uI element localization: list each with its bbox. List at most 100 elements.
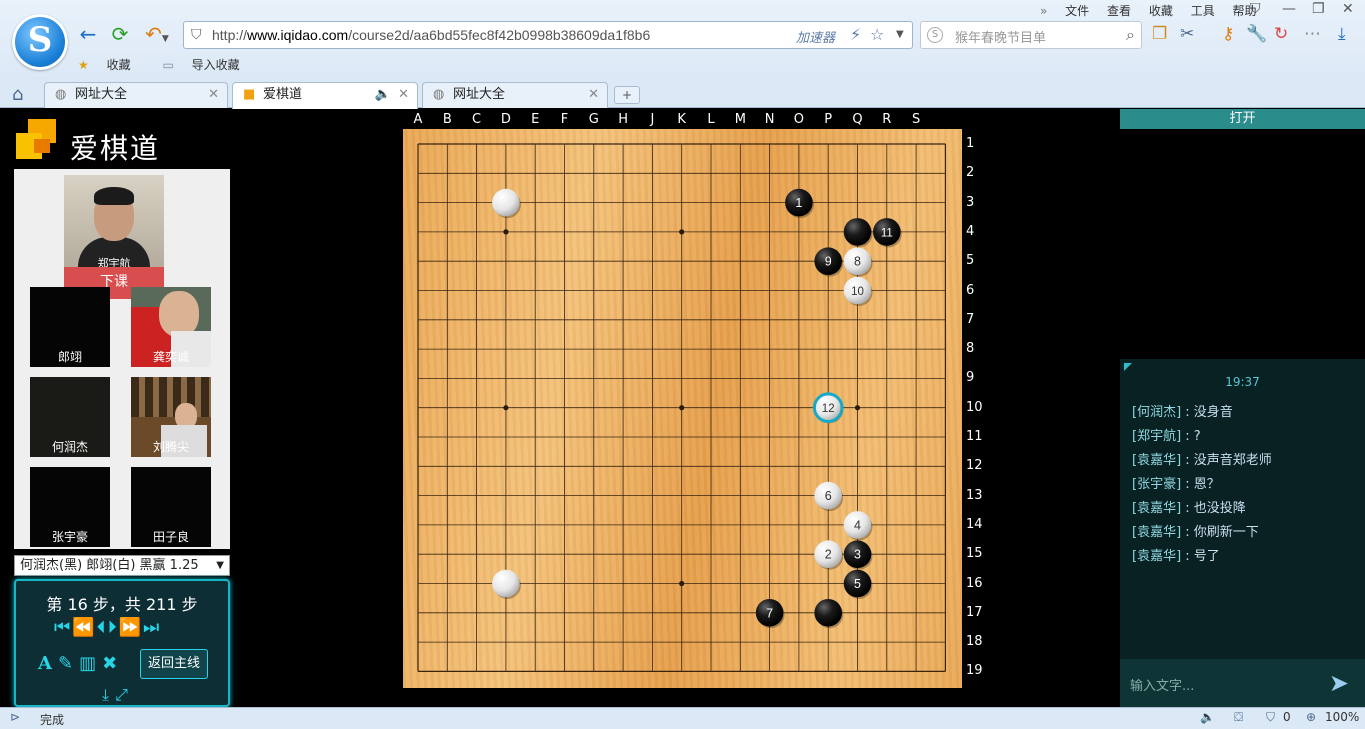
menu-view[interactable]: 查看: [1107, 4, 1131, 18]
skin-icon[interactable]: ⛉: [1250, 1, 1261, 17]
refresh-icon[interactable]: ⟳: [108, 22, 132, 46]
text-tool-icon[interactable]: A: [38, 653, 52, 674]
first-move-icon[interactable]: ⏮: [54, 617, 72, 638]
chat-text: : 也没投降: [1181, 501, 1246, 516]
black-stone: 1: [785, 188, 814, 219]
move-number: 10: [851, 286, 864, 298]
clear-icon[interactable]: ✖: [102, 653, 117, 674]
go-board[interactable]: 12 3456789101112: [403, 129, 962, 688]
url-text[interactable]: http://www.iqidao.com/course2d/aa6bd55fe…: [212, 27, 650, 43]
fullscreen-icon[interactable]: ⤢: [115, 685, 134, 704]
star-icon[interactable]: ☆: [870, 25, 884, 44]
next-five-icon[interactable]: ⏩: [119, 617, 143, 638]
undo-dropdown-icon[interactable]: ↶▼: [140, 22, 174, 46]
replay-control-panel: 第 16 步，共 211 步 ⏮⏪⏴⏵⏩⏭ A ✎ ▥ ✖ 返回主线 ⤓⤢: [14, 579, 230, 707]
black-stone: 3: [843, 540, 873, 570]
column-label: P: [824, 112, 833, 127]
dropdown-arrow-icon: ▼: [216, 560, 224, 571]
board-tools: A ✎ ▥ ✖: [38, 653, 123, 674]
zoom-icon[interactable]: ⊕: [1306, 710, 1316, 724]
collapse-corner-icon[interactable]: [1124, 363, 1132, 371]
column-label: C: [472, 112, 482, 127]
volume-icon[interactable]: 🔈: [1200, 710, 1215, 724]
address-bar[interactable]: ⛉ http://www.iqidao.com/course2d/aa6bd55…: [183, 21, 913, 49]
student-name: 郎翊: [57, 350, 82, 364]
move-number: 7: [766, 606, 773, 620]
restore-icon[interactable]: ❐: [1312, 1, 1325, 17]
import-favorites-item[interactable]: ▭ 导入收藏: [162, 58, 253, 72]
row-label: 3: [966, 194, 975, 210]
home-icon[interactable]: ⌂: [12, 84, 23, 105]
search-engine-icon[interactable]: S: [927, 27, 943, 43]
menu-tools[interactable]: 工具: [1191, 4, 1215, 18]
close-tab-icon[interactable]: ✕: [398, 83, 409, 107]
search-input[interactable]: 猴年春晚节目单: [955, 27, 1046, 46]
chevron-down-icon[interactable]: ▼: [896, 29, 904, 40]
tab-url-directory-2[interactable]: ◍ 网址大全 ✕: [422, 82, 608, 108]
chat-message: [袁嘉华] : 号了: [1132, 545, 1272, 569]
more-icon[interactable]: ⋯: [1304, 24, 1321, 44]
speaker-icon[interactable]: 🔈: [375, 83, 391, 107]
briefcase-icon[interactable]: ⛋: [1234, 710, 1243, 725]
globe-icon: ◍: [433, 87, 445, 102]
chat-author: [袁嘉华]: [1132, 549, 1182, 564]
menu-file[interactable]: 文件: [1065, 4, 1089, 18]
minimize-icon[interactable]: —: [1282, 1, 1296, 17]
brush-icon[interactable]: ✎: [58, 653, 73, 674]
back-arrow-icon[interactable]: ←: [76, 22, 100, 46]
download-icon[interactable]: ⤓: [1338, 24, 1346, 44]
star-point: [679, 580, 685, 587]
star-fav-icon: ★: [78, 58, 89, 72]
game-record-select[interactable]: 何润杰(黑) 郎翊(白) 黑赢 1.25 ▼: [14, 555, 230, 576]
send-icon[interactable]: ➤: [1329, 669, 1349, 697]
open-panel-button[interactable]: 打开: [1120, 109, 1365, 129]
shield-status-icon[interactable]: ⛉: [1266, 710, 1275, 725]
move-number: 8: [854, 255, 861, 269]
search-icon[interactable]: ⌕: [1126, 25, 1135, 45]
move-number: 2: [825, 548, 832, 562]
lightning-icon[interactable]: ⚡: [850, 25, 861, 44]
chat-text: : 恩？: [1181, 477, 1220, 492]
back-to-main-button[interactable]: 返回主线: [140, 649, 208, 679]
search-box[interactable]: S 猴年春晚节目单 ⌕: [920, 21, 1142, 49]
menu-favorites[interactable]: 收藏: [1149, 4, 1173, 18]
white-stone: 12: [812, 392, 844, 424]
prev-move-icon[interactable]: ⏴: [97, 617, 108, 638]
chat-text: : 你刷新一下: [1181, 525, 1259, 540]
zoom-level[interactable]: 100%: [1325, 710, 1359, 724]
tab-iqidao[interactable]: ■ 爱棋道 🔈 ✕: [232, 82, 418, 109]
row-label: 7: [966, 311, 975, 327]
sidebar-toggle-icon[interactable]: ⊳: [10, 710, 20, 724]
row-label: 19: [966, 663, 983, 679]
key-icon[interactable]: ⚷: [1222, 24, 1234, 44]
tab-url-directory-1[interactable]: ◍ 网址大全 ✕: [44, 82, 228, 108]
next-move-icon[interactable]: ⏵: [108, 617, 119, 638]
close-tab-icon[interactable]: ✕: [588, 83, 599, 107]
column-label: S: [911, 112, 921, 127]
close-window-icon[interactable]: ✕: [1342, 1, 1354, 17]
column-label: K: [677, 112, 686, 127]
download-record-icon[interactable]: ⤓: [102, 685, 115, 704]
accelerator-label[interactable]: 加速器: [796, 27, 835, 46]
move-navigation: ⏮⏪⏴⏵⏩⏭: [54, 617, 161, 638]
column-label: N: [764, 112, 775, 127]
favorites-item[interactable]: ★ 收藏: [78, 58, 145, 72]
chat-input[interactable]: 输入文字...: [1130, 675, 1194, 694]
chart-icon[interactable]: ▥: [79, 653, 96, 674]
last-move-icon[interactable]: ⏭: [143, 617, 161, 638]
chat-author: [何润杰]: [1132, 405, 1182, 420]
row-label: 1: [966, 136, 975, 151]
refresh-red-icon[interactable]: ↻: [1274, 24, 1288, 44]
browser-logo-icon[interactable]: [12, 14, 68, 70]
row-label: 8: [966, 341, 975, 357]
status-text: 完成: [40, 713, 65, 727]
scissors-icon[interactable]: ✂: [1180, 24, 1194, 44]
new-tab-button[interactable]: +: [614, 86, 640, 104]
prev-five-icon[interactable]: ⏪: [72, 617, 96, 638]
move-number: 12: [822, 403, 835, 415]
expand-menu-icon[interactable]: »: [1040, 4, 1047, 18]
wrench-icon[interactable]: 🔧: [1246, 24, 1267, 44]
student-video: 张宇豪: [30, 467, 110, 547]
close-tab-icon[interactable]: ✕: [208, 83, 219, 107]
screenshot-icon[interactable]: ❐: [1152, 24, 1167, 44]
